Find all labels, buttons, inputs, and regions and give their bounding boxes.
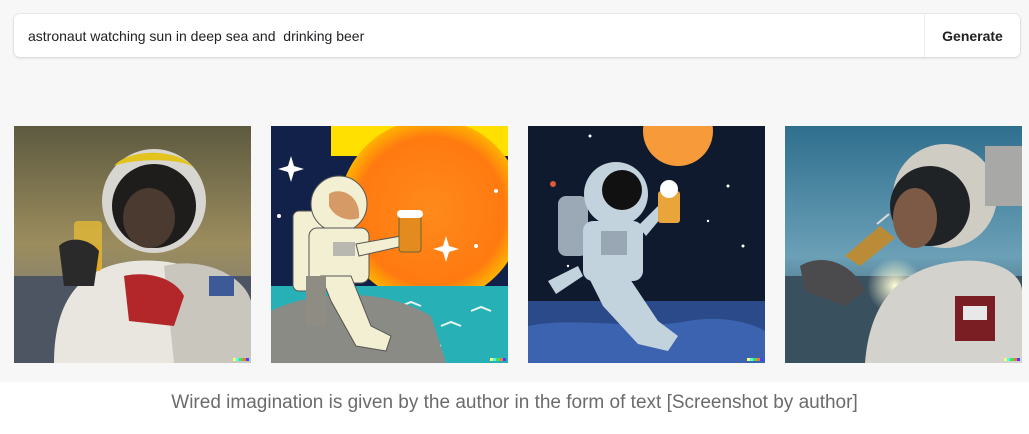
astronaut-cartoon-2 xyxy=(271,126,508,363)
prompt-input[interactable] xyxy=(14,14,924,57)
prompt-bar: Generate xyxy=(14,14,1020,57)
astronaut-photo-4 xyxy=(785,126,1022,363)
results-grid xyxy=(14,126,1022,363)
dalle-signature xyxy=(490,358,507,361)
astronaut-photo-1 xyxy=(14,126,251,363)
result-image-4[interactable] xyxy=(785,126,1022,363)
dalle-app: Generate xyxy=(0,0,1029,382)
result-image-1[interactable] xyxy=(14,126,251,363)
result-image-3[interactable] xyxy=(528,126,765,363)
result-image-2[interactable] xyxy=(271,126,508,363)
astronaut-illustration-3 xyxy=(528,126,765,363)
screenshot-caption: Wired imagination is given by the author… xyxy=(171,392,858,413)
dalle-signature xyxy=(233,358,250,361)
dalle-signature xyxy=(747,358,764,361)
dalle-signature xyxy=(1004,358,1021,361)
generate-button[interactable]: Generate xyxy=(924,14,1020,57)
